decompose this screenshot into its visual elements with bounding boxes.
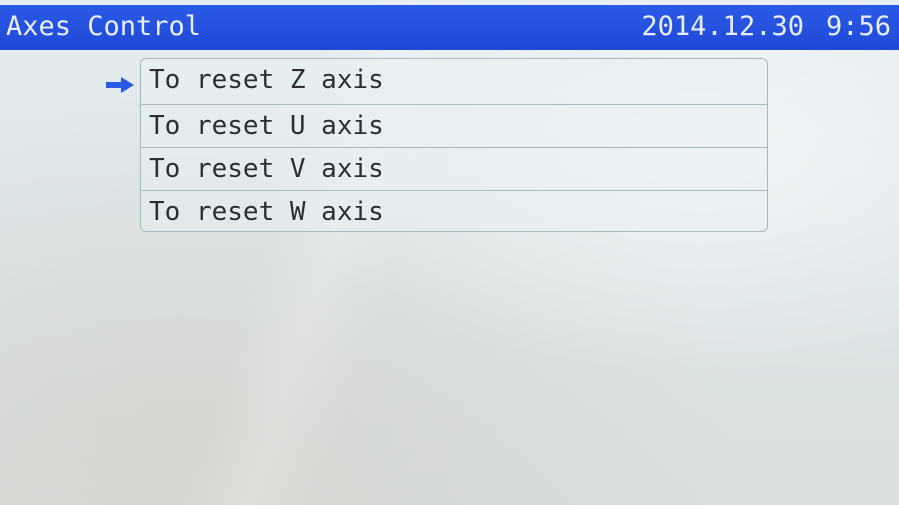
right-arrow-icon — [106, 77, 134, 93]
lcd-screen: Axes Control 2014.12.30 9:56 To reset Z a… — [0, 0, 899, 505]
datetime-display: 2014.12.30 9:56 — [641, 11, 891, 42]
menu-item-reset-z[interactable]: To reset Z axis — [141, 59, 767, 103]
menu-item-reset-w[interactable]: To reset W axis — [141, 190, 767, 234]
menu-item-reset-u[interactable]: To reset U axis — [141, 104, 767, 148]
title-bar: Axes Control 2014.12.30 9:56 — [0, 5, 899, 50]
date-display: 2014.12.30 — [641, 11, 804, 42]
menu-item-reset-v[interactable]: To reset V axis — [141, 147, 767, 191]
axes-reset-menu: To reset Z axis To reset U axis To reset… — [140, 58, 768, 232]
page-title: Axes Control — [6, 11, 202, 42]
time-display: 9:56 — [825, 11, 891, 42]
